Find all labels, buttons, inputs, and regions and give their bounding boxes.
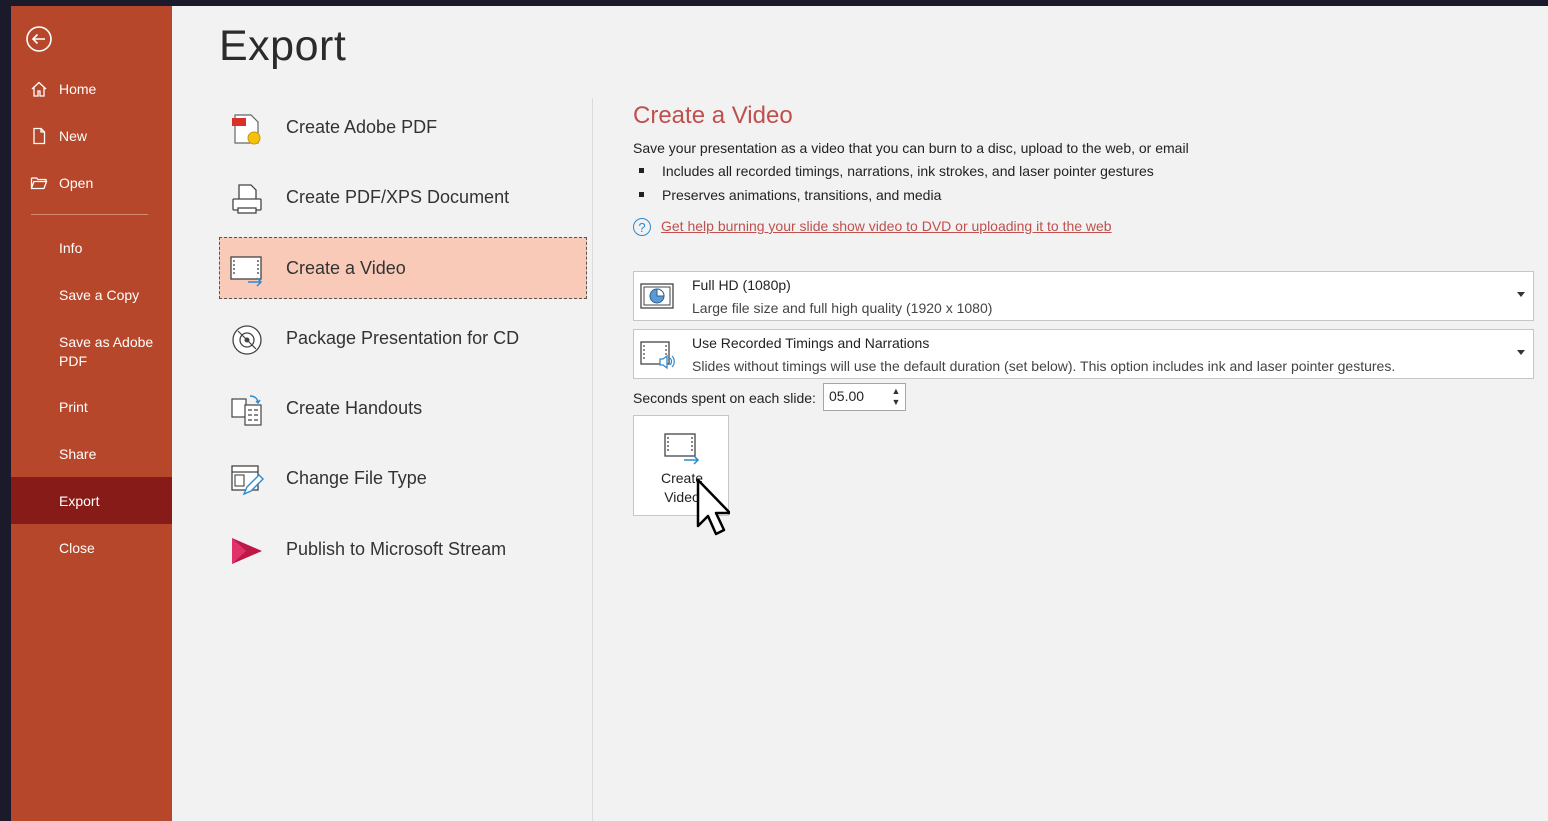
option-create-adobe-pdf[interactable]: Create Adobe PDF <box>219 96 587 158</box>
bullet-item: Preserves animations, transitions, and m… <box>639 187 941 203</box>
nav-print-label: Print <box>59 399 88 415</box>
seconds-input[interactable] <box>829 388 884 404</box>
page-title: Export <box>219 22 347 70</box>
option-create-adobe-pdf-label: Create Adobe PDF <box>286 117 438 137</box>
option-create-pdf-xps-label: Create PDF/XPS Document <box>286 187 510 207</box>
change-file-type-icon <box>230 463 264 497</box>
chevron-down-icon <box>1517 350 1525 355</box>
chevron-down-icon <box>1517 292 1525 297</box>
adobe-pdf-icon <box>230 112 264 146</box>
open-folder-icon <box>30 174 48 192</box>
option-create-handouts-label: Create Handouts <box>286 398 423 418</box>
pdf-xps-document-icon <box>230 182 264 216</box>
bullet-square <box>639 167 644 173</box>
option-create-a-video-label: Create a Video <box>286 258 406 278</box>
back-arrow-icon[interactable] <box>25 25 52 52</box>
microsoft-stream-icon <box>230 534 264 568</box>
bullet-square <box>639 191 644 197</box>
home-icon <box>30 80 48 98</box>
create-video-label: Create Video <box>634 469 730 507</box>
bullet-text: Includes all recorded timings, narration… <box>662 163 1154 179</box>
option-publish-to-stream-label: Publish to Microsoft Stream <box>286 539 507 559</box>
nav-export[interactable]: Export <box>11 477 172 524</box>
help-row: ? Get help burning your slide show video … <box>633 218 1112 237</box>
nav-close-label: Close <box>59 540 95 556</box>
timings-title: Use Recorded Timings and Narrations <box>692 335 930 351</box>
help-question-icon: ? <box>633 218 651 237</box>
nav-new[interactable]: New <box>11 116 172 156</box>
nav-open-label: Open <box>59 175 94 191</box>
video-quality-dropdown[interactable]: Full HD (1080p) Large file size and full… <box>633 271 1534 321</box>
create-video-label-line1: Create <box>660 470 704 486</box>
nav-info-label: Info <box>59 240 83 256</box>
option-change-file-type[interactable]: Change File Type <box>219 447 587 509</box>
new-document-icon <box>30 127 48 145</box>
quality-title: Full HD (1080p) <box>692 277 791 293</box>
nav-home[interactable]: Home <box>11 69 172 109</box>
nav-share[interactable]: Share <box>11 434 172 474</box>
nav-save-a-copy[interactable]: Save a Copy <box>11 275 172 315</box>
timings-dropdown[interactable]: Use Recorded Timings and Narrations Slid… <box>633 329 1534 379</box>
vertical-divider <box>592 98 593 821</box>
seconds-spinner: ▲ ▼ <box>823 383 906 411</box>
quality-subtitle: Large file size and full high quality (1… <box>692 300 993 316</box>
option-package-for-cd-label: Package Presentation for CD <box>286 328 520 348</box>
nav-export-label: Export <box>59 492 100 509</box>
nav-share-label: Share <box>59 446 97 462</box>
timings-subtitle: Slides without timings will use the defa… <box>692 358 1396 374</box>
backstage-sidebar: Home New Open Info Save a Copy Save as A… <box>11 6 172 821</box>
spin-down-icon[interactable]: ▼ <box>891 397 901 407</box>
nav-open[interactable]: Open <box>11 163 172 203</box>
spin-up-icon[interactable]: ▲ <box>891 386 901 396</box>
option-package-for-cd[interactable]: Package Presentation for CD <box>219 307 587 369</box>
nav-save-as-adobe-pdf[interactable]: Save as Adobe PDF <box>11 327 172 373</box>
option-create-a-video[interactable]: Create a Video <box>219 237 587 299</box>
backstage-window: Home New Open Info Save a Copy Save as A… <box>11 6 1548 821</box>
sidebar-separator <box>31 214 148 215</box>
create-video-label-line2: Video <box>664 489 700 505</box>
cd-package-icon <box>230 323 264 357</box>
option-create-pdf-xps[interactable]: Create PDF/XPS Document <box>219 166 587 228</box>
option-create-handouts[interactable]: Create Handouts <box>219 377 587 439</box>
nav-home-label: Home <box>59 81 97 97</box>
nav-save-a-copy-label: Save a Copy <box>59 287 140 303</box>
help-link[interactable]: Get help burning your slide show video t… <box>661 218 1112 234</box>
recorded-timings-icon <box>640 339 676 371</box>
create-video-button[interactable]: Create Video <box>633 415 729 516</box>
nav-save-as-adobe-pdf-label: Save as Adobe PDF <box>59 334 154 369</box>
nav-new-label: New <box>59 128 88 144</box>
nav-print[interactable]: Print <box>11 387 172 427</box>
handouts-icon <box>230 393 264 427</box>
option-change-file-type-label: Change File Type <box>286 468 427 488</box>
video-export-icon <box>230 253 264 287</box>
presentation-quality-icon <box>640 281 676 313</box>
seconds-label: Seconds spent on each slide: <box>633 390 816 406</box>
nav-close[interactable]: Close <box>11 528 172 568</box>
pane-description: Save your presentation as a video that y… <box>633 140 1189 156</box>
bullet-text: Preserves animations, transitions, and m… <box>662 187 942 203</box>
video-export-icon <box>664 432 702 466</box>
nav-info[interactable]: Info <box>11 228 172 268</box>
bullet-item: Includes all recorded timings, narration… <box>639 163 1154 179</box>
pane-title: Create a Video <box>633 102 793 129</box>
option-publish-to-stream[interactable]: Publish to Microsoft Stream <box>219 518 587 580</box>
